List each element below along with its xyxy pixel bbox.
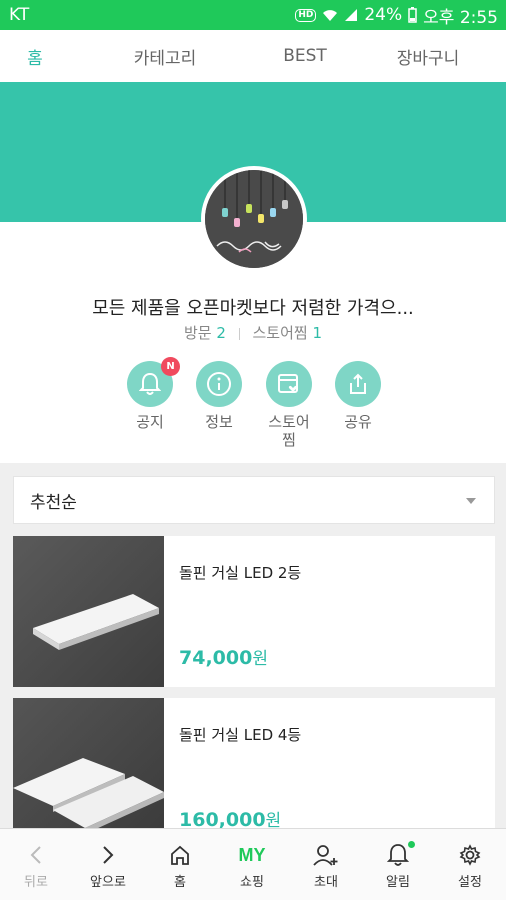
product-price-value: 74,000: [179, 647, 253, 669]
share-icon: [350, 373, 366, 394]
nav-back-label: 뒤로: [24, 875, 48, 890]
share-label: 공유: [344, 413, 372, 431]
battery-percent: 24%: [364, 5, 403, 25]
bottom-navigation: 뒤로 앞으로 홈 MY 쇼핑 초대 알림 설정: [0, 828, 506, 900]
store-favorite-button[interactable]: 스토어 찜: [254, 361, 324, 449]
nav-back[interactable]: 뒤로: [0, 829, 72, 900]
stats-divider: [238, 327, 240, 340]
nav-invite-label: 초대: [314, 875, 338, 890]
tab-category[interactable]: 카테고리: [70, 44, 260, 69]
nav-my-shopping-label: 쇼핑: [240, 875, 264, 890]
product-thumbnail: [13, 536, 164, 687]
notice-label: 공지: [136, 413, 164, 431]
nav-invite[interactable]: 초대: [290, 829, 362, 900]
nav-my-shopping[interactable]: MY 쇼핑: [216, 829, 288, 900]
clock: 오후 2:55: [423, 7, 498, 28]
store-profile-image[interactable]: [201, 166, 307, 272]
product-name: 돌핀 거실 LED 2등: [179, 564, 302, 582]
store-favorite-label: 스토어 찜: [254, 413, 324, 449]
product-name: 돌핀 거실 LED 4등: [179, 726, 302, 744]
nav-home-label: 홈: [174, 875, 186, 890]
nav-settings-label: 설정: [458, 875, 482, 890]
store-stats: 방문 2 스토어찜 1: [0, 322, 506, 343]
favorites-label: 스토어찜: [252, 324, 308, 342]
ceiling-light-image: [13, 536, 164, 687]
bell-icon: [139, 372, 161, 395]
notification-dot: [408, 841, 415, 848]
carrier-label: KT: [9, 5, 30, 25]
my-shopping-icon: MY: [238, 844, 266, 865]
tab-best[interactable]: BEST: [260, 46, 350, 66]
product-price-currency: 원: [252, 649, 268, 669]
chevron-right-icon: [103, 846, 114, 864]
product-thumbnail: [13, 698, 164, 849]
product-card[interactable]: 돌핀 거실 LED 2등 74,000원: [13, 536, 495, 687]
pendant-lights-image: [205, 170, 303, 268]
status-bar: KT HD 24% 오후 2:55: [0, 0, 506, 30]
ceiling-light-image: [13, 698, 164, 849]
tab-cart[interactable]: 장바구니: [350, 44, 506, 69]
sort-selected-value: 추천순: [30, 492, 77, 513]
product-card[interactable]: 돌핀 거실 LED 4등 160,000원: [13, 698, 495, 849]
nav-forward[interactable]: 앞으로: [72, 829, 144, 900]
bell-icon: [387, 844, 409, 866]
store-favorite-label-text: 스토어 찜: [268, 413, 310, 449]
tab-home[interactable]: 홈: [0, 44, 70, 69]
wifi-icon: [323, 10, 338, 21]
caret-down-icon: [466, 498, 476, 504]
new-badge: N: [161, 357, 180, 376]
hd-voice-icon: HD: [295, 8, 317, 22]
invite-icon: [313, 845, 338, 866]
store-favorite-icon: [278, 374, 298, 393]
store-name: 모든 제품을 오픈마켓보다 저렴한 가격으...: [92, 298, 414, 319]
nav-notifications[interactable]: 알림: [362, 829, 434, 900]
gear-icon: [459, 844, 481, 866]
visits-count: 2: [216, 324, 226, 342]
favorites-count: 1: [312, 324, 323, 342]
product-price: 74,000원: [179, 644, 268, 669]
nav-forward-label: 앞으로: [90, 875, 126, 890]
sort-dropdown[interactable]: 추천순: [13, 476, 495, 524]
top-tabs: 홈 카테고리 BEST 장바구니: [0, 30, 506, 82]
nav-notifications-label: 알림: [386, 875, 410, 890]
chevron-left-icon: [30, 846, 41, 864]
info-button[interactable]: 정보: [184, 361, 254, 431]
notice-button[interactable]: N 공지: [115, 357, 185, 431]
visits-label: 방문: [183, 324, 212, 342]
info-label: 정보: [205, 413, 233, 431]
battery-icon: [408, 7, 417, 23]
nav-home[interactable]: 홈: [144, 829, 216, 900]
share-button[interactable]: 공유: [323, 361, 393, 431]
nav-settings[interactable]: 설정: [434, 829, 506, 900]
info-icon: [207, 372, 231, 396]
home-icon: [171, 845, 189, 865]
signal-icon: [345, 9, 358, 21]
